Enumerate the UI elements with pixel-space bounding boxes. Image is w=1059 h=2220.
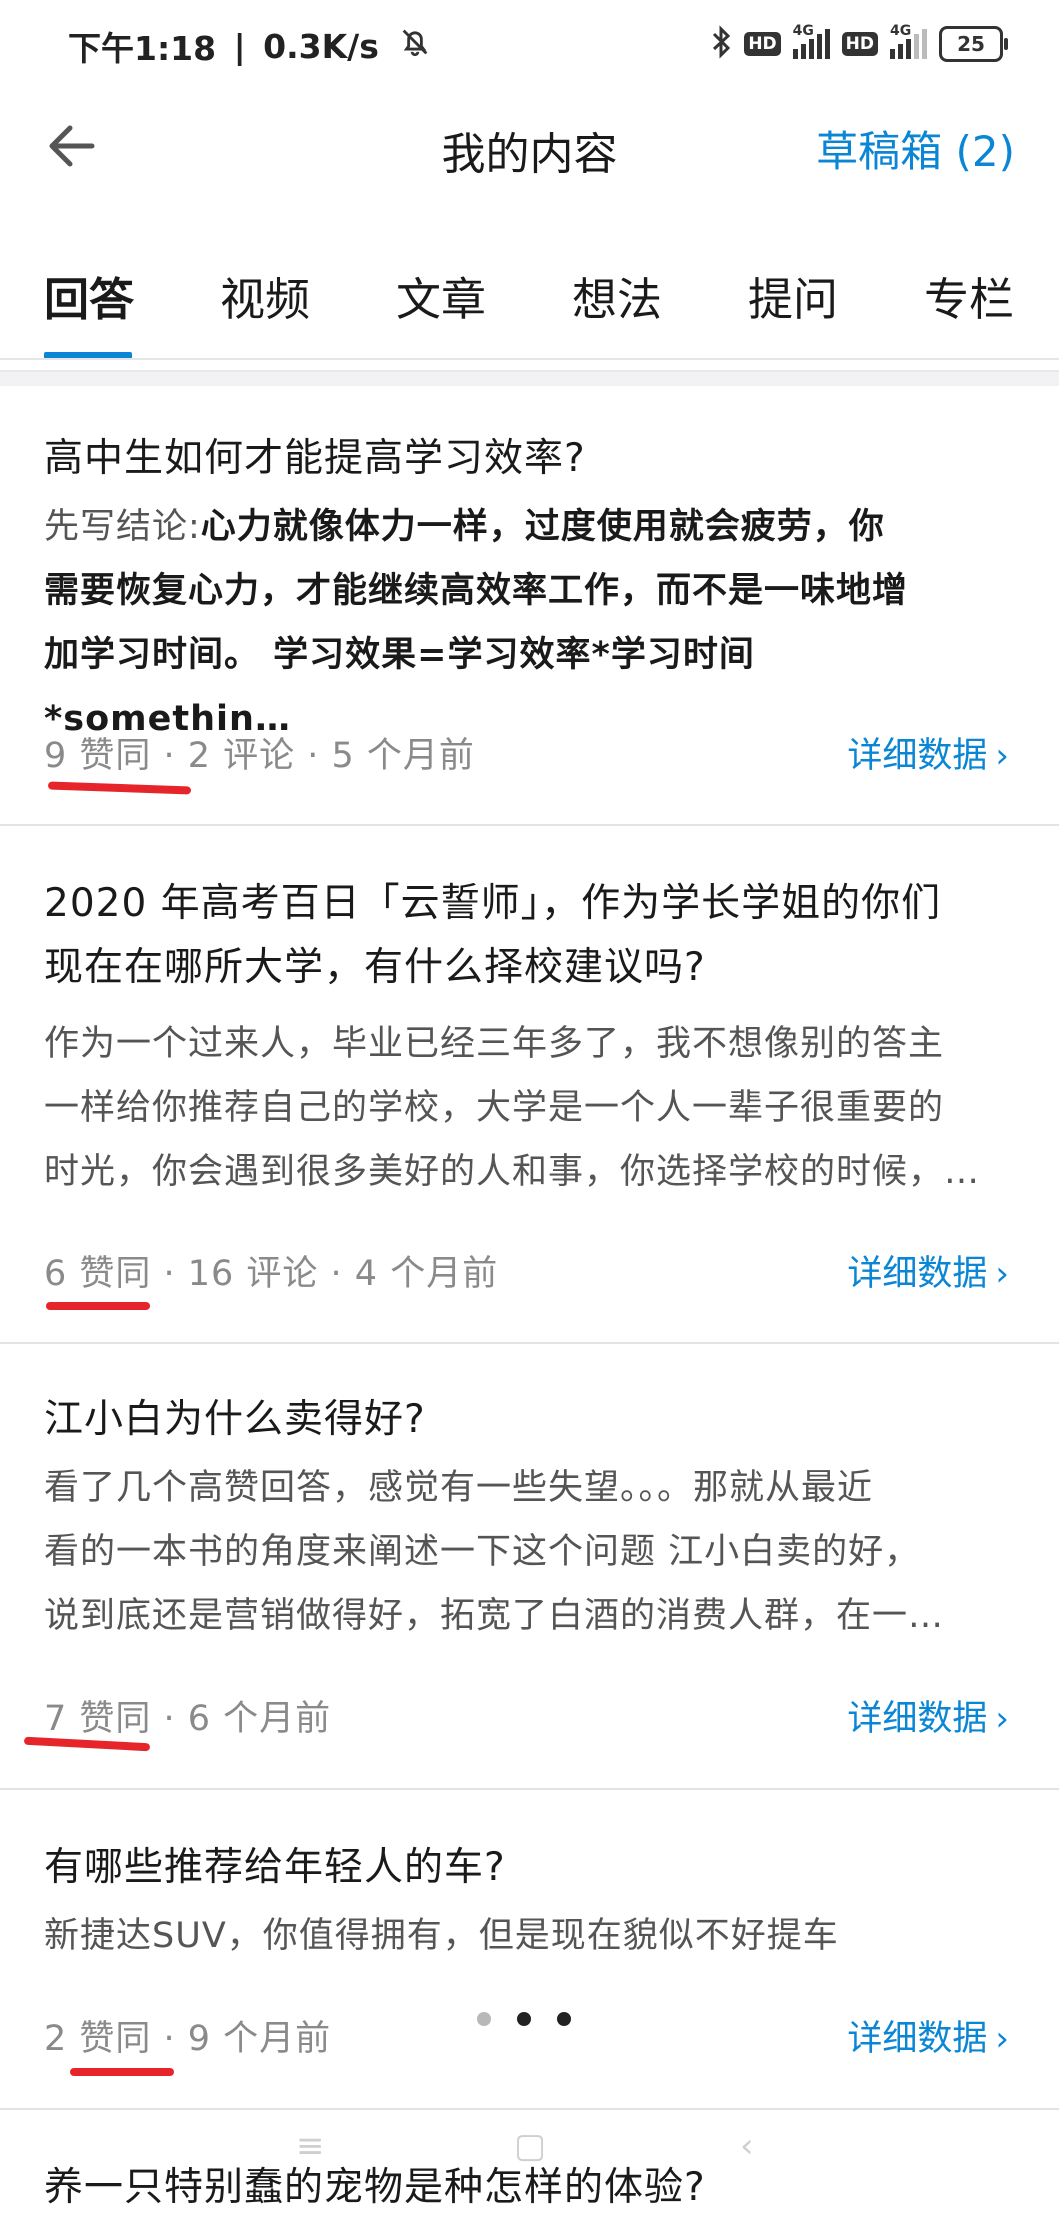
question-title[interactable]: 有哪些推荐给年轻人的车? — [44, 1836, 1015, 1900]
divider — [0, 1342, 1059, 1344]
answer-meta: 9 赞同 · 2 评论 · 5 个月前 — [44, 736, 475, 776]
answer-excerpt: 看了几个高赞回答，感觉有一些失望。。。那就从最近 看的一本书的角度来阐述一下这个… — [44, 1456, 984, 1648]
answer-meta: 7 赞同 · 6 个月前 — [44, 1699, 332, 1739]
page-dot — [557, 2012, 571, 2026]
red-underline-annotation — [46, 1302, 150, 1310]
divider — [0, 2108, 1059, 2110]
question-title[interactable]: 高中生如何才能提高学习效率? — [44, 427, 1015, 491]
section-gap — [0, 370, 1059, 386]
drafts-button[interactable]: 草稿箱 (2) — [816, 118, 1015, 179]
excerpt-bold: 加学习时间。 学习效果=学习效率*学习时间*somethin… — [44, 635, 755, 739]
detail-label: 详细数据 — [847, 1254, 988, 1294]
detail-label: 详细数据 — [847, 2019, 988, 2059]
question-line: 2020 年高考百日「云誓师」，作为学长学姐的你们 — [44, 881, 942, 926]
answer-excerpt: 先写结论:心力就像体力一样，过度使用就会疲劳，你 需要恢复心力，才能继续高效率工… — [44, 495, 984, 751]
excerpt-line: 一样给你推荐自己的学校，大学是一个人一辈子很重要的 — [44, 1088, 945, 1128]
divider — [0, 1788, 1059, 1790]
chevron-right-icon: › — [995, 1699, 1009, 1739]
status-right: HD 4G HD 4G 25 — [710, 23, 1008, 64]
separator: | — [233, 26, 246, 66]
chevron-right-icon: › — [995, 1254, 1009, 1294]
detail-label: 详细数据 — [847, 736, 988, 776]
excerpt-line: 作为一个过来人，毕业已经三年多了，我不想像别的答主 — [44, 1024, 945, 1064]
excerpt-bold: 心力就像体力一样，过度使用就会疲劳，你 — [200, 507, 885, 547]
detail-label: 详细数据 — [847, 1699, 988, 1739]
excerpt-line: 时光，你会遇到很多美好的人和事，你选择学校的时候，… — [44, 1152, 981, 1192]
status-left: 下午1:18 | 0.3K/s — [68, 22, 432, 70]
excerpt-bold: 需要恢复心力，才能继续高效率工作，而不是一味地增 — [44, 571, 909, 611]
excerpt-prefix: 先写结论: — [44, 507, 201, 547]
page-indicator — [477, 2012, 571, 2026]
divider — [0, 824, 1059, 826]
detail-data-link[interactable]: 详细数据 › — [847, 1690, 1009, 1741]
battery-icon: 25 — [939, 26, 1008, 62]
tab-videos[interactable]: 视频 — [220, 263, 310, 328]
excerpt-line: 说到底还是营销做得好，拓宽了白酒的消费人群，在一… — [44, 1596, 945, 1636]
chevron-right-icon: › — [995, 736, 1009, 776]
page-dot — [517, 2012, 531, 2026]
red-underline-annotation — [70, 2068, 174, 2076]
tab-bar: 回答 视频 文章 想法 提问 专栏 — [0, 245, 1059, 355]
detail-data-link[interactable]: 详细数据 › — [847, 727, 1009, 778]
signal-icon: 4G — [792, 23, 830, 59]
excerpt-line: 看的一本书的角度来阐述一下这个问题 江小白卖的好， — [44, 1532, 921, 1572]
hd-badge-2: HD — [841, 32, 878, 56]
signal-icon-2: 4G — [890, 23, 927, 59]
chevron-right-icon: › — [995, 2019, 1009, 2059]
app-header: 我的内容 草稿箱 (2) — [0, 92, 1059, 202]
answer-excerpt: 新捷达SUV，你值得拥有，但是现在貌似不好提车 — [44, 1904, 984, 1968]
question-title[interactable]: 2020 年高考百日「云誓师」，作为学长学姐的你们 现在在哪所大学，有什么择校建… — [44, 872, 1015, 1000]
divider — [0, 358, 1059, 360]
hd-badge: HD — [744, 32, 781, 56]
clock: 下午1:18 — [68, 29, 217, 68]
tab-answers[interactable]: 回答 — [44, 263, 134, 328]
system-nav-hint: ≡ ▢ ‹ — [0, 2120, 1059, 2166]
answer-meta: 2 赞同 · 9 个月前 — [44, 2019, 332, 2059]
tab-questions[interactable]: 提问 — [748, 263, 838, 328]
answer-excerpt: 作为一个过来人，毕业已经三年多了，我不想像别的答主 一样给你推荐自己的学校，大学… — [44, 1012, 984, 1204]
excerpt-line: 新捷达SUV，你值得拥有，但是现在貌似不好提车 — [44, 1916, 839, 1956]
detail-data-link[interactable]: 详细数据 › — [847, 1245, 1009, 1296]
tab-articles[interactable]: 文章 — [396, 263, 486, 328]
network-speed: 0.3K/s — [263, 26, 379, 66]
bell-off-icon — [390, 25, 432, 67]
question-title[interactable]: 养一只特别蠢的宠物是种怎样的体验? — [44, 2156, 1015, 2220]
detail-data-link[interactable]: 详细数据 › — [847, 2010, 1009, 2061]
page-dot — [477, 2012, 491, 2026]
status-bar: 下午1:18 | 0.3K/s HD 4G HD 4G 25 — [0, 0, 1059, 92]
question-title[interactable]: 江小白为什么卖得好? — [44, 1388, 1015, 1452]
answer-meta: 6 赞同 · 16 评论 · 4 个月前 — [44, 1254, 499, 1294]
bluetooth-icon — [710, 25, 732, 63]
excerpt-line: 看了几个高赞回答，感觉有一些失望。。。那就从最近 — [44, 1468, 874, 1508]
red-underline-annotation — [47, 781, 192, 795]
question-line: 现在在哪所大学，有什么择校建议吗? — [44, 945, 706, 990]
tab-columns[interactable]: 专栏 — [924, 263, 1014, 328]
tab-thoughts[interactable]: 想法 — [572, 263, 662, 328]
